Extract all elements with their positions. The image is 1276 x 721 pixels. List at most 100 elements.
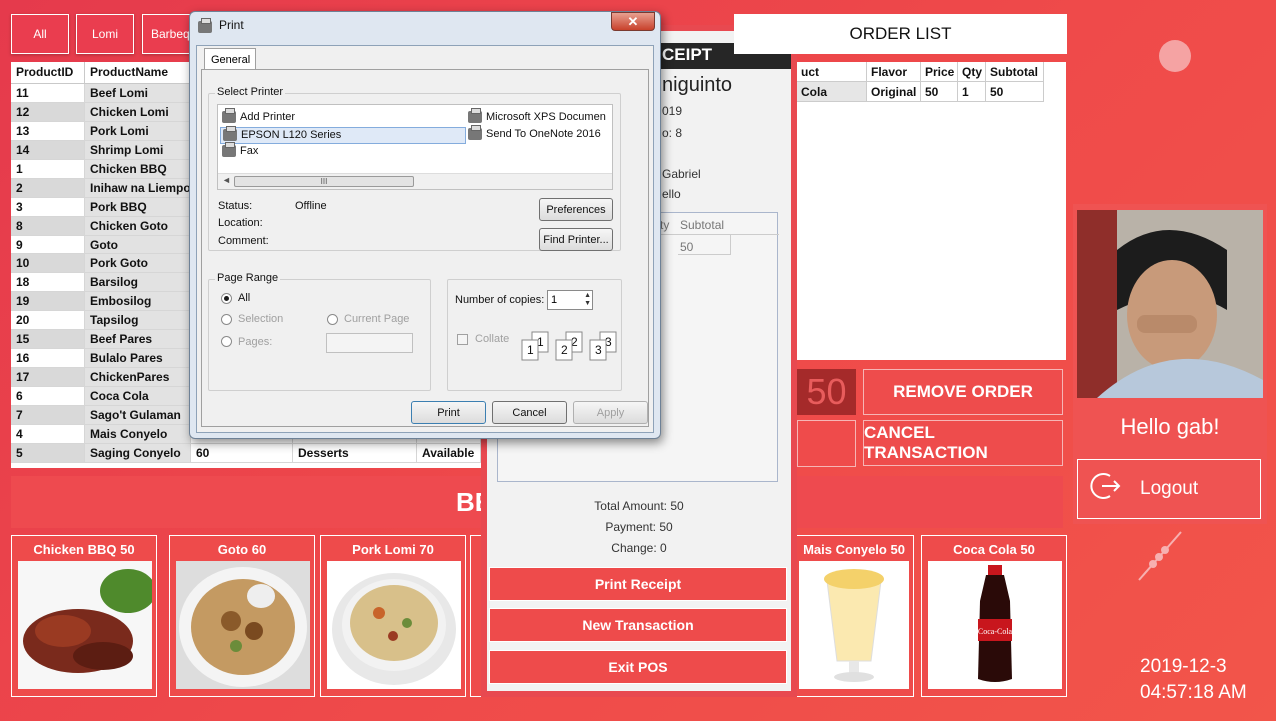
table-cell: Shrimp Lomi xyxy=(85,140,191,160)
printer-item-xps[interactable]: Microsoft XPS Documen xyxy=(468,108,606,124)
close-icon[interactable]: ✕ xyxy=(611,12,655,31)
apply-button[interactable]: Apply xyxy=(573,401,648,424)
radio-pages[interactable] xyxy=(221,336,232,347)
logout-button[interactable]: Logout xyxy=(1077,459,1261,519)
table-cell: Desserts xyxy=(293,443,417,463)
page-range-label: Page Range xyxy=(215,272,281,284)
printer-list[interactable]: Add Printer EPSON L120 Series Fax Micros… xyxy=(217,104,613,190)
order-col-product[interactable]: uct xyxy=(797,62,867,82)
logout-icon xyxy=(1090,470,1124,508)
printer-item-fax[interactable]: Fax xyxy=(222,142,258,158)
printer-item-add[interactable]: Add Printer xyxy=(222,108,295,124)
order-list-table[interactable]: uct Flavor Price Qty Subtotal Cola Origi… xyxy=(797,62,1066,360)
preferences-button[interactable]: Preferences xyxy=(539,198,613,221)
skewer-icon xyxy=(1138,531,1182,581)
scroll-left-icon[interactable]: ◄ xyxy=(222,175,231,185)
horizontal-scrollbar[interactable]: ◄ III xyxy=(218,173,612,189)
card-label: Coca Cola 50 xyxy=(953,542,1035,557)
find-printer-button[interactable]: Find Printer... xyxy=(539,228,613,251)
receipt-row-subtotal: 50 xyxy=(678,235,731,255)
payment-box[interactable] xyxy=(797,420,856,467)
order-list-title: ORDER LIST xyxy=(734,14,1067,54)
remove-order-button[interactable]: REMOVE ORDER xyxy=(863,369,1063,415)
pages-input[interactable] xyxy=(326,333,413,353)
table-cell: Mais Conyelo xyxy=(85,424,191,444)
table-cell: Beef Lomi xyxy=(85,84,191,103)
collate-pages-icon: 1 1 2 2 3 3 xyxy=(521,331,617,361)
column-header-productname[interactable]: ProductName xyxy=(85,62,195,83)
table-cell: Pork BBQ xyxy=(85,197,191,217)
table-cell: 20 xyxy=(11,311,85,331)
table-cell: 10 xyxy=(11,254,85,274)
tab-general[interactable]: General xyxy=(204,48,256,70)
table-cell: 14 xyxy=(11,140,85,160)
table-cell: 8 xyxy=(11,216,85,236)
table-cell: Embosilog xyxy=(85,292,191,312)
printer-item-onenote[interactable]: Send To OneNote 2016 xyxy=(468,125,601,141)
receipt-date: 019 xyxy=(662,104,683,118)
best-seller-card[interactable]: Pork Lomi 70 xyxy=(320,535,466,697)
table-row[interactable]: Cola Original 50 1 50 xyxy=(797,82,1066,102)
print-receipt-button[interactable]: Print Receipt xyxy=(489,567,787,601)
radio-all[interactable] xyxy=(221,293,232,304)
cancel-transaction-button[interactable]: CANCEL TRANSACTION xyxy=(863,420,1063,466)
order-cell: 50 xyxy=(921,82,958,102)
dialog-title: Print xyxy=(219,18,244,32)
table-cell: 2 xyxy=(11,178,85,198)
scrollbar-thumb[interactable]: III xyxy=(234,176,414,187)
status-value: Offline xyxy=(295,200,327,212)
exit-pos-button[interactable]: Exit POS xyxy=(489,650,787,684)
order-table-header: uct Flavor Price Qty Subtotal xyxy=(797,62,1066,82)
table-cell: 17 xyxy=(11,368,85,387)
copies-label: Number of copies: xyxy=(455,294,545,306)
print-dialog: Print ✕ General Select Printer Add Print… xyxy=(189,11,661,439)
goto-image xyxy=(176,561,310,689)
column-header-productid[interactable]: ProductID xyxy=(11,62,85,83)
category-lomi-button[interactable]: Lomi xyxy=(76,14,134,54)
decorative-dot xyxy=(1159,40,1191,72)
order-col-subtotal[interactable]: Subtotal xyxy=(986,62,1044,82)
category-all-button[interactable]: All xyxy=(11,14,69,54)
dialog-body: General Select Printer Add Printer EPSON… xyxy=(196,45,654,433)
tab-panel: Select Printer Add Printer EPSON L120 Se… xyxy=(201,69,649,427)
table-cell: Bulalo Pares xyxy=(85,349,191,369)
print-button[interactable]: Print xyxy=(411,401,486,424)
radio-pages-label: Pages: xyxy=(238,336,273,348)
table-cell: Sago't Gulaman xyxy=(85,405,191,425)
new-transaction-button[interactable]: New Transaction xyxy=(489,608,787,642)
card-label: Mais Conyelo 50 xyxy=(803,542,905,557)
best-seller-card[interactable]: Goto 60 xyxy=(169,535,315,697)
cancel-button[interactable]: Cancel xyxy=(492,401,567,424)
svg-text:1: 1 xyxy=(527,343,534,357)
table-cell: Pork Goto xyxy=(85,254,191,274)
table-row[interactable]: 5 Saging Conyelo 60 Desserts Available xyxy=(11,443,481,463)
location-label: Location: xyxy=(218,217,263,229)
table-cell: ChickenPares xyxy=(85,368,191,387)
card-label: Chicken BBQ 50 xyxy=(33,542,135,557)
order-cell: Original xyxy=(867,82,921,102)
table-cell: 15 xyxy=(11,330,85,350)
best-seller-card[interactable]: Mais Conyelo 50 xyxy=(786,535,914,697)
table-cell: 19 xyxy=(11,292,85,312)
user-avatar xyxy=(1077,210,1263,398)
card-label: Goto 60 xyxy=(217,542,267,557)
radio-current-page[interactable] xyxy=(327,314,338,325)
order-col-price[interactable]: Price xyxy=(921,62,958,82)
order-col-flavor[interactable]: Flavor xyxy=(867,62,921,82)
spin-arrows-icon[interactable]: ▲ ▼ xyxy=(584,292,591,308)
radio-all-label: All xyxy=(238,292,251,304)
receipt-total: Total Amount: 50 xyxy=(594,499,684,513)
best-seller-card[interactable]: Chicken BBQ 50 xyxy=(11,535,157,697)
table-cell: Chicken Goto xyxy=(85,216,191,236)
printer-list-icon xyxy=(222,108,236,124)
svg-text:Coca-Cola: Coca-Cola xyxy=(978,627,1013,636)
best-seller-card[interactable]: Coca Cola 50 Coca-Cola xyxy=(921,535,1067,697)
printer-item-epson[interactable]: EPSON L120 Series xyxy=(220,126,466,144)
order-col-qty[interactable]: Qty xyxy=(958,62,986,82)
receipt-change: Change: 0 xyxy=(611,541,667,555)
order-cell: 50 xyxy=(986,82,1044,102)
copies-stepper[interactable]: 1 ▲ ▼ xyxy=(547,290,593,310)
table-cell: 12 xyxy=(11,102,85,122)
radio-selection[interactable] xyxy=(221,314,232,325)
collate-checkbox[interactable] xyxy=(457,334,468,345)
